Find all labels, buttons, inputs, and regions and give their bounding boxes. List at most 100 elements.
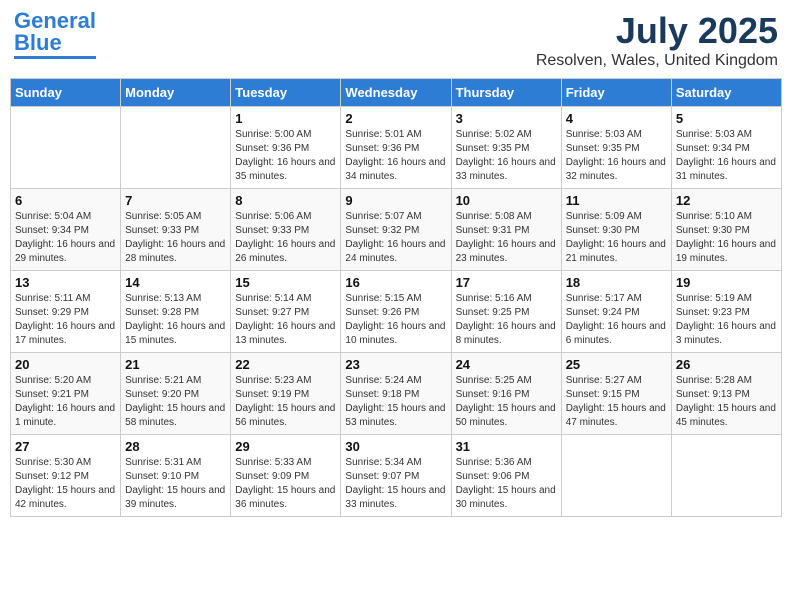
day-number: 9 xyxy=(345,193,446,208)
weekday-header-monday: Monday xyxy=(121,79,231,107)
day-number: 2 xyxy=(345,111,446,126)
calendar-cell: 1Sunrise: 5:00 AM Sunset: 9:36 PM Daylig… xyxy=(231,107,341,189)
week-row-1: 6 Sunrise: 5:04 AM Sunset: 9:34 PM Daylig… xyxy=(11,189,782,271)
calendar-table: SundayMondayTuesdayWednesdayThursdayFrid… xyxy=(10,78,782,517)
week-row-0: 1Sunrise: 5:00 AM Sunset: 9:36 PM Daylig… xyxy=(11,107,782,189)
day-number: 18 xyxy=(566,275,667,290)
calendar-cell xyxy=(11,107,121,189)
location: Resolven, Wales, United Kingdom xyxy=(536,52,778,70)
cell-details: Sunrise: 5:03 AM Sunset: 9:35 PM Dayligh… xyxy=(566,128,667,184)
header: General Blue July 2025 Resolven, Wales, … xyxy=(10,10,782,70)
day-number: 17 xyxy=(456,275,557,290)
calendar-cell: 7 Sunrise: 5:05 AM Sunset: 9:33 PM Daylig… xyxy=(121,189,231,271)
day-number: 4 xyxy=(566,111,667,126)
day-number: 8 xyxy=(235,193,336,208)
day-number: 24 xyxy=(456,357,557,372)
calendar-cell: 6 Sunrise: 5:04 AM Sunset: 9:34 PM Daylig… xyxy=(11,189,121,271)
weekday-header-friday: Friday xyxy=(561,79,671,107)
logo-text: General Blue xyxy=(14,10,96,54)
calendar-cell: 31Sunrise: 5:36 AM Sunset: 9:06 PM Dayli… xyxy=(451,435,561,517)
cell-details: Sunrise: 5:04 AM Sunset: 9:34 PM Dayligh… xyxy=(15,210,116,266)
cell-details: Sunrise: 5:11 AM Sunset: 9:29 PM Dayligh… xyxy=(15,292,116,348)
cell-details: Sunrise: 5:10 AM Sunset: 9:30 PM Dayligh… xyxy=(676,210,777,266)
week-row-4: 27Sunrise: 5:30 AM Sunset: 9:12 PM Dayli… xyxy=(11,435,782,517)
calendar-cell: 25 Sunrise: 5:27 AM Sunset: 9:15 PM Dayli… xyxy=(561,353,671,435)
cell-details: Sunrise: 5:14 AM Sunset: 9:27 PM Dayligh… xyxy=(235,292,336,348)
calendar-cell: 22 Sunrise: 5:23 AM Sunset: 9:19 PM Dayli… xyxy=(231,353,341,435)
cell-details: Sunrise: 5:03 AM Sunset: 9:34 PM Dayligh… xyxy=(676,128,777,184)
cell-details: Sunrise: 5:31 AM Sunset: 9:10 PM Dayligh… xyxy=(125,456,226,512)
calendar-cell: 23 Sunrise: 5:24 AM Sunset: 9:18 PM Dayli… xyxy=(341,353,451,435)
calendar-cell: 20Sunrise: 5:20 AM Sunset: 9:21 PM Dayli… xyxy=(11,353,121,435)
day-number: 12 xyxy=(676,193,777,208)
cell-details: Sunrise: 5:13 AM Sunset: 9:28 PM Dayligh… xyxy=(125,292,226,348)
cell-details: Sunrise: 5:27 AM Sunset: 9:15 PM Dayligh… xyxy=(566,374,667,430)
day-number: 26 xyxy=(676,357,777,372)
calendar-cell: 19Sunrise: 5:19 AM Sunset: 9:23 PM Dayli… xyxy=(671,271,781,353)
cell-details: Sunrise: 5:28 AM Sunset: 9:13 PM Dayligh… xyxy=(676,374,777,430)
calendar-cell xyxy=(561,435,671,517)
calendar-cell: 11 Sunrise: 5:09 AM Sunset: 9:30 PM Dayli… xyxy=(561,189,671,271)
calendar-cell: 16Sunrise: 5:15 AM Sunset: 9:26 PM Dayli… xyxy=(341,271,451,353)
weekday-header-thursday: Thursday xyxy=(451,79,561,107)
day-number: 30 xyxy=(345,439,446,454)
calendar-cell: 14Sunrise: 5:13 AM Sunset: 9:28 PM Dayli… xyxy=(121,271,231,353)
day-number: 3 xyxy=(456,111,557,126)
weekday-header-wednesday: Wednesday xyxy=(341,79,451,107)
month-year: July 2025 xyxy=(536,10,778,52)
cell-details: Sunrise: 5:33 AM Sunset: 9:09 PM Dayligh… xyxy=(235,456,336,512)
calendar-cell: 4 Sunrise: 5:03 AM Sunset: 9:35 PM Daylig… xyxy=(561,107,671,189)
logo-blue: Blue xyxy=(14,30,62,55)
calendar-cell: 21Sunrise: 5:21 AM Sunset: 9:20 PM Dayli… xyxy=(121,353,231,435)
weekday-header-saturday: Saturday xyxy=(671,79,781,107)
calendar-cell: 17 Sunrise: 5:16 AM Sunset: 9:25 PM Dayli… xyxy=(451,271,561,353)
calendar-cell: 9Sunrise: 5:07 AM Sunset: 9:32 PM Daylig… xyxy=(341,189,451,271)
day-number: 11 xyxy=(566,193,667,208)
cell-details: Sunrise: 5:09 AM Sunset: 9:30 PM Dayligh… xyxy=(566,210,667,266)
day-number: 25 xyxy=(566,357,667,372)
day-number: 22 xyxy=(235,357,336,372)
day-number: 23 xyxy=(345,357,446,372)
day-number: 16 xyxy=(345,275,446,290)
day-number: 20 xyxy=(15,357,116,372)
day-number: 29 xyxy=(235,439,336,454)
day-number: 6 xyxy=(15,193,116,208)
cell-details: Sunrise: 5:25 AM Sunset: 9:16 PM Dayligh… xyxy=(456,374,557,430)
calendar-cell xyxy=(121,107,231,189)
calendar-cell xyxy=(671,435,781,517)
cell-details: Sunrise: 5:05 AM Sunset: 9:33 PM Dayligh… xyxy=(125,210,226,266)
title-area: July 2025 Resolven, Wales, United Kingdo… xyxy=(536,10,778,70)
week-row-3: 20Sunrise: 5:20 AM Sunset: 9:21 PM Dayli… xyxy=(11,353,782,435)
calendar-cell: 3 Sunrise: 5:02 AM Sunset: 9:35 PM Daylig… xyxy=(451,107,561,189)
cell-details: Sunrise: 5:01 AM Sunset: 9:36 PM Dayligh… xyxy=(345,128,446,184)
cell-details: Sunrise: 5:24 AM Sunset: 9:18 PM Dayligh… xyxy=(345,374,446,430)
calendar-cell: 15 Sunrise: 5:14 AM Sunset: 9:27 PM Dayli… xyxy=(231,271,341,353)
logo-underline xyxy=(14,56,96,59)
day-number: 5 xyxy=(676,111,777,126)
cell-details: Sunrise: 5:23 AM Sunset: 9:19 PM Dayligh… xyxy=(235,374,336,430)
calendar-cell: 12 Sunrise: 5:10 AM Sunset: 9:30 PM Dayli… xyxy=(671,189,781,271)
cell-details: Sunrise: 5:08 AM Sunset: 9:31 PM Dayligh… xyxy=(456,210,557,266)
cell-details: Sunrise: 5:02 AM Sunset: 9:35 PM Dayligh… xyxy=(456,128,557,184)
cell-details: Sunrise: 5:30 AM Sunset: 9:12 PM Dayligh… xyxy=(15,456,116,512)
day-number: 28 xyxy=(125,439,226,454)
day-number: 13 xyxy=(15,275,116,290)
calendar-cell: 8 Sunrise: 5:06 AM Sunset: 9:33 PM Daylig… xyxy=(231,189,341,271)
day-number: 15 xyxy=(235,275,336,290)
weekday-header-tuesday: Tuesday xyxy=(231,79,341,107)
day-number: 19 xyxy=(676,275,777,290)
calendar-cell: 26 Sunrise: 5:28 AM Sunset: 9:13 PM Dayli… xyxy=(671,353,781,435)
day-number: 7 xyxy=(125,193,226,208)
week-row-2: 13 Sunrise: 5:11 AM Sunset: 9:29 PM Dayli… xyxy=(11,271,782,353)
day-number: 10 xyxy=(456,193,557,208)
cell-details: Sunrise: 5:21 AM Sunset: 9:20 PM Dayligh… xyxy=(125,374,226,430)
cell-details: Sunrise: 5:17 AM Sunset: 9:24 PM Dayligh… xyxy=(566,292,667,348)
cell-details: Sunrise: 5:06 AM Sunset: 9:33 PM Dayligh… xyxy=(235,210,336,266)
calendar-cell: 18 Sunrise: 5:17 AM Sunset: 9:24 PM Dayli… xyxy=(561,271,671,353)
calendar-cell: 30 Sunrise: 5:34 AM Sunset: 9:07 PM Dayli… xyxy=(341,435,451,517)
day-number: 1 xyxy=(235,111,336,126)
cell-details: Sunrise: 5:34 AM Sunset: 9:07 PM Dayligh… xyxy=(345,456,446,512)
cell-details: Sunrise: 5:16 AM Sunset: 9:25 PM Dayligh… xyxy=(456,292,557,348)
weekday-header-sunday: Sunday xyxy=(11,79,121,107)
calendar-cell: 24 Sunrise: 5:25 AM Sunset: 9:16 PM Dayli… xyxy=(451,353,561,435)
